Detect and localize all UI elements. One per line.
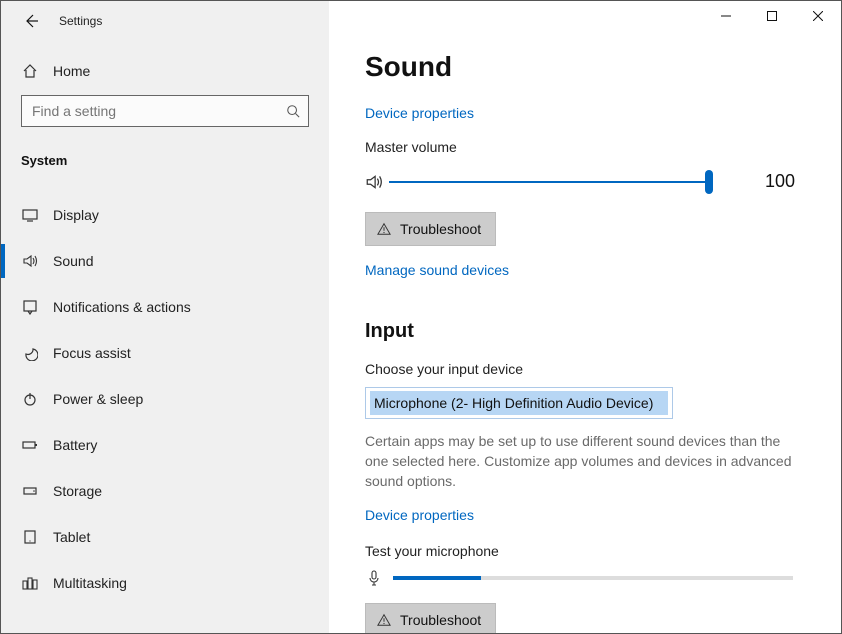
multitasking-icon — [21, 574, 39, 592]
microphone-icon — [365, 569, 383, 587]
sound-icon — [21, 252, 39, 270]
sidebar-item-notifications[interactable]: Notifications & actions — [1, 284, 329, 330]
back-button[interactable] — [21, 11, 41, 31]
search-icon — [286, 104, 300, 118]
warning-icon — [376, 221, 392, 237]
choose-input-label: Choose your input device — [365, 361, 805, 377]
mic-level-fill — [393, 576, 481, 580]
battery-icon — [21, 436, 39, 454]
warning-icon — [376, 612, 392, 628]
main-pane: Sound Device properties Master volume 10… — [329, 1, 841, 633]
master-volume-slider[interactable] — [389, 173, 709, 191]
input-help-text: Certain apps may be set up to use differ… — [365, 431, 805, 491]
sidebar-home[interactable]: Home — [1, 49, 329, 93]
sidebar: Settings Home System Display — [1, 1, 329, 633]
sidebar-nav: Display Sound Notifications & actions Fo… — [1, 192, 329, 606]
master-volume-label: Master volume — [365, 139, 805, 155]
sidebar-item-tablet[interactable]: Tablet — [1, 514, 329, 560]
input-heading: Input — [365, 320, 805, 343]
mic-level-bar — [393, 576, 793, 580]
window-title: Settings — [59, 14, 102, 28]
volume-icon — [365, 173, 383, 191]
storage-icon — [21, 482, 39, 500]
sidebar-item-label: Sound — [53, 253, 93, 269]
troubleshoot-mic-label: Troubleshoot — [400, 612, 481, 628]
sidebar-item-label: Multitasking — [53, 575, 127, 591]
input-device-selected: Microphone (2- High Definition Audio Dev… — [370, 391, 668, 415]
power-icon — [21, 390, 39, 408]
slider-track — [389, 181, 709, 183]
sidebar-item-label: Tablet — [53, 529, 90, 545]
sidebar-item-label: Storage — [53, 483, 102, 499]
minimize-button[interactable] — [703, 1, 749, 31]
device-properties-link[interactable]: Device properties — [365, 105, 474, 121]
sidebar-item-label: Display — [53, 207, 99, 223]
focus-assist-icon — [21, 344, 39, 362]
slider-thumb[interactable] — [705, 170, 713, 194]
notifications-icon — [21, 298, 39, 316]
manage-sound-devices-link[interactable]: Manage sound devices — [365, 262, 509, 278]
display-icon — [21, 206, 39, 224]
page-title: Sound — [365, 51, 805, 83]
search-box[interactable] — [21, 95, 309, 127]
troubleshoot-mic-button[interactable]: Troubleshoot — [365, 603, 496, 633]
sidebar-item-storage[interactable]: Storage — [1, 468, 329, 514]
sidebar-item-label: Focus assist — [53, 345, 131, 361]
master-volume-value: 100 — [765, 171, 795, 192]
sidebar-item-display[interactable]: Display — [1, 192, 329, 238]
troubleshoot-button[interactable]: Troubleshoot — [365, 212, 496, 246]
sidebar-item-label: Battery — [53, 437, 97, 453]
home-label: Home — [53, 63, 90, 79]
sidebar-item-focus-assist[interactable]: Focus assist — [1, 330, 329, 376]
sidebar-item-power-sleep[interactable]: Power & sleep — [1, 376, 329, 422]
troubleshoot-label: Troubleshoot — [400, 221, 481, 237]
home-icon — [21, 62, 39, 80]
sidebar-item-battery[interactable]: Battery — [1, 422, 329, 468]
search-input[interactable] — [22, 96, 308, 126]
sidebar-section-label: System — [1, 127, 329, 184]
input-device-dropdown[interactable]: Microphone (2- High Definition Audio Dev… — [365, 387, 673, 419]
window-controls — [703, 1, 841, 31]
input-device-properties-link[interactable]: Device properties — [365, 507, 474, 523]
sidebar-item-multitasking[interactable]: Multitasking — [1, 560, 329, 606]
close-button[interactable] — [795, 1, 841, 31]
sidebar-item-label: Power & sleep — [53, 391, 143, 407]
tablet-icon — [21, 528, 39, 546]
sidebar-item-sound[interactable]: Sound — [1, 238, 329, 284]
sidebar-item-label: Notifications & actions — [53, 299, 191, 315]
maximize-button[interactable] — [749, 1, 795, 31]
test-mic-label: Test your microphone — [365, 543, 805, 559]
